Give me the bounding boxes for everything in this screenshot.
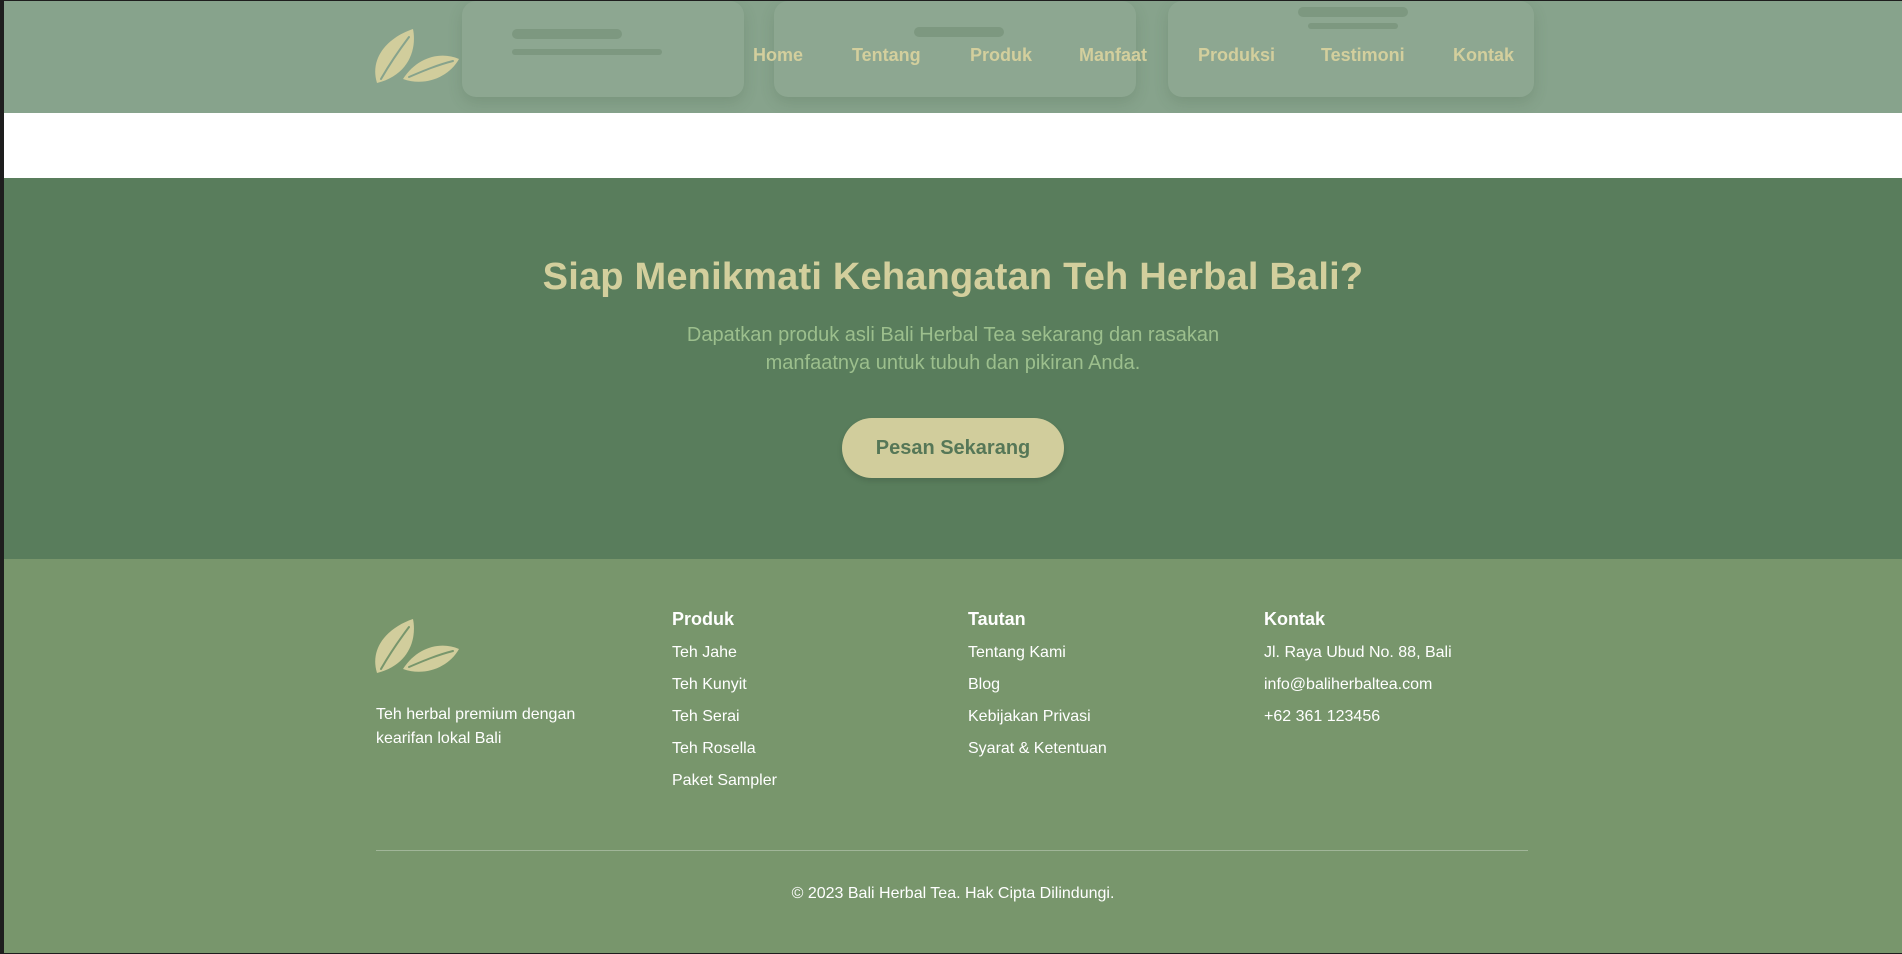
nav-link-home[interactable]: Home <box>753 45 803 66</box>
footer-link-item[interactable]: Teh Jahe <box>672 643 777 663</box>
background-card-text <box>1308 23 1398 29</box>
footer-link-teh-jahe[interactable]: Teh Jahe <box>672 644 737 661</box>
cta-section: Siap Menikmati Kehangatan Teh Herbal Bal… <box>4 178 1902 559</box>
footer-tagline: Teh herbal premium dengan kearifan lokal… <box>376 706 576 747</box>
copyright-text: © 2023 Bali Herbal Tea. Hak Cipta Dilind… <box>791 885 1115 902</box>
footer-column-title: Produk <box>672 609 735 629</box>
contact-email[interactable]: info@baliherbaltea.com <box>1264 675 1452 695</box>
footer-link-item[interactable]: Teh Kunyit <box>672 675 777 695</box>
site-footer: Teh herbal premium dengan kearifan lokal… <box>4 559 1902 953</box>
footer-column-title: Tautan <box>968 609 1026 629</box>
footer-column-produk: Produk Teh Jahe Teh Kunyit Teh Serai Teh… <box>672 609 777 803</box>
footer-link-tentang-kami[interactable]: Tentang Kami <box>968 644 1066 661</box>
background-card-text <box>914 27 1004 37</box>
cta-title: Siap Menikmati Kehangatan Teh Herbal Bal… <box>542 256 1364 298</box>
footer-column-kontak: Kontak Jl. Raya Ubud No. 88, Bali info@b… <box>1264 609 1452 739</box>
order-now-button[interactable]: Pesan Sekarang <box>842 418 1064 478</box>
background-card-text <box>512 29 622 39</box>
footer-link-item[interactable]: Kebijakan Privasi <box>968 707 1107 727</box>
nav-link-tentang[interactable]: Tentang <box>852 45 921 66</box>
contact-phone[interactable]: +62 361 123456 <box>1264 707 1452 727</box>
footer-link-teh-serai[interactable]: Teh Serai <box>672 708 740 725</box>
main-nav: Home Tentang Produk Manfaat Produksi Tes… <box>4 45 1902 69</box>
footer-link-blog[interactable]: Blog <box>968 676 1000 693</box>
footer-link-teh-rosella[interactable]: Teh Rosella <box>672 740 756 757</box>
footer-column-tautan: Tautan Tentang Kami Blog Kebijakan Priva… <box>968 609 1107 771</box>
contact-address: Jl. Raya Ubud No. 88, Bali <box>1264 644 1452 661</box>
footer-link-teh-kunyit[interactable]: Teh Kunyit <box>672 676 747 693</box>
footer-link-item[interactable]: Teh Rosella <box>672 739 777 759</box>
footer-link-kebijakan-privasi[interactable]: Kebijakan Privasi <box>968 708 1091 725</box>
footer-link-paket-sampler[interactable]: Paket Sampler <box>672 772 777 789</box>
background-card-text <box>1298 7 1408 17</box>
site-header: Home Tentang Produk Manfaat Produksi Tes… <box>4 1 1902 113</box>
nav-link-produk[interactable]: Produk <box>970 45 1032 66</box>
footer-link-item[interactable]: Paket Sampler <box>672 771 777 791</box>
nav-link-kontak[interactable]: Kontak <box>1453 45 1514 66</box>
footer-link-item[interactable]: Syarat & Ketentuan <box>968 739 1107 759</box>
nav-link-testimoni[interactable]: Testimoni <box>1321 45 1405 66</box>
nav-link-manfaat[interactable]: Manfaat <box>1079 45 1147 66</box>
footer-link-syarat-ketentuan[interactable]: Syarat & Ketentuan <box>968 740 1107 757</box>
footer-link-item[interactable]: Tentang Kami <box>968 643 1107 663</box>
footer-divider <box>376 850 1528 851</box>
footer-link-item[interactable]: Blog <box>968 675 1107 695</box>
footer-column-title: Kontak <box>1264 609 1326 629</box>
section-gap <box>4 113 1902 178</box>
footer-link-item[interactable]: Teh Serai <box>672 707 777 727</box>
cta-subtitle: Dapatkan produk asli Bali Herbal Tea sek… <box>686 324 1220 374</box>
nav-link-produksi[interactable]: Produksi <box>1198 45 1275 66</box>
tea-leaves-logo-icon[interactable] <box>375 617 459 677</box>
browser-viewport: Home Tentang Produk Manfaat Produksi Tes… <box>4 1 1902 953</box>
